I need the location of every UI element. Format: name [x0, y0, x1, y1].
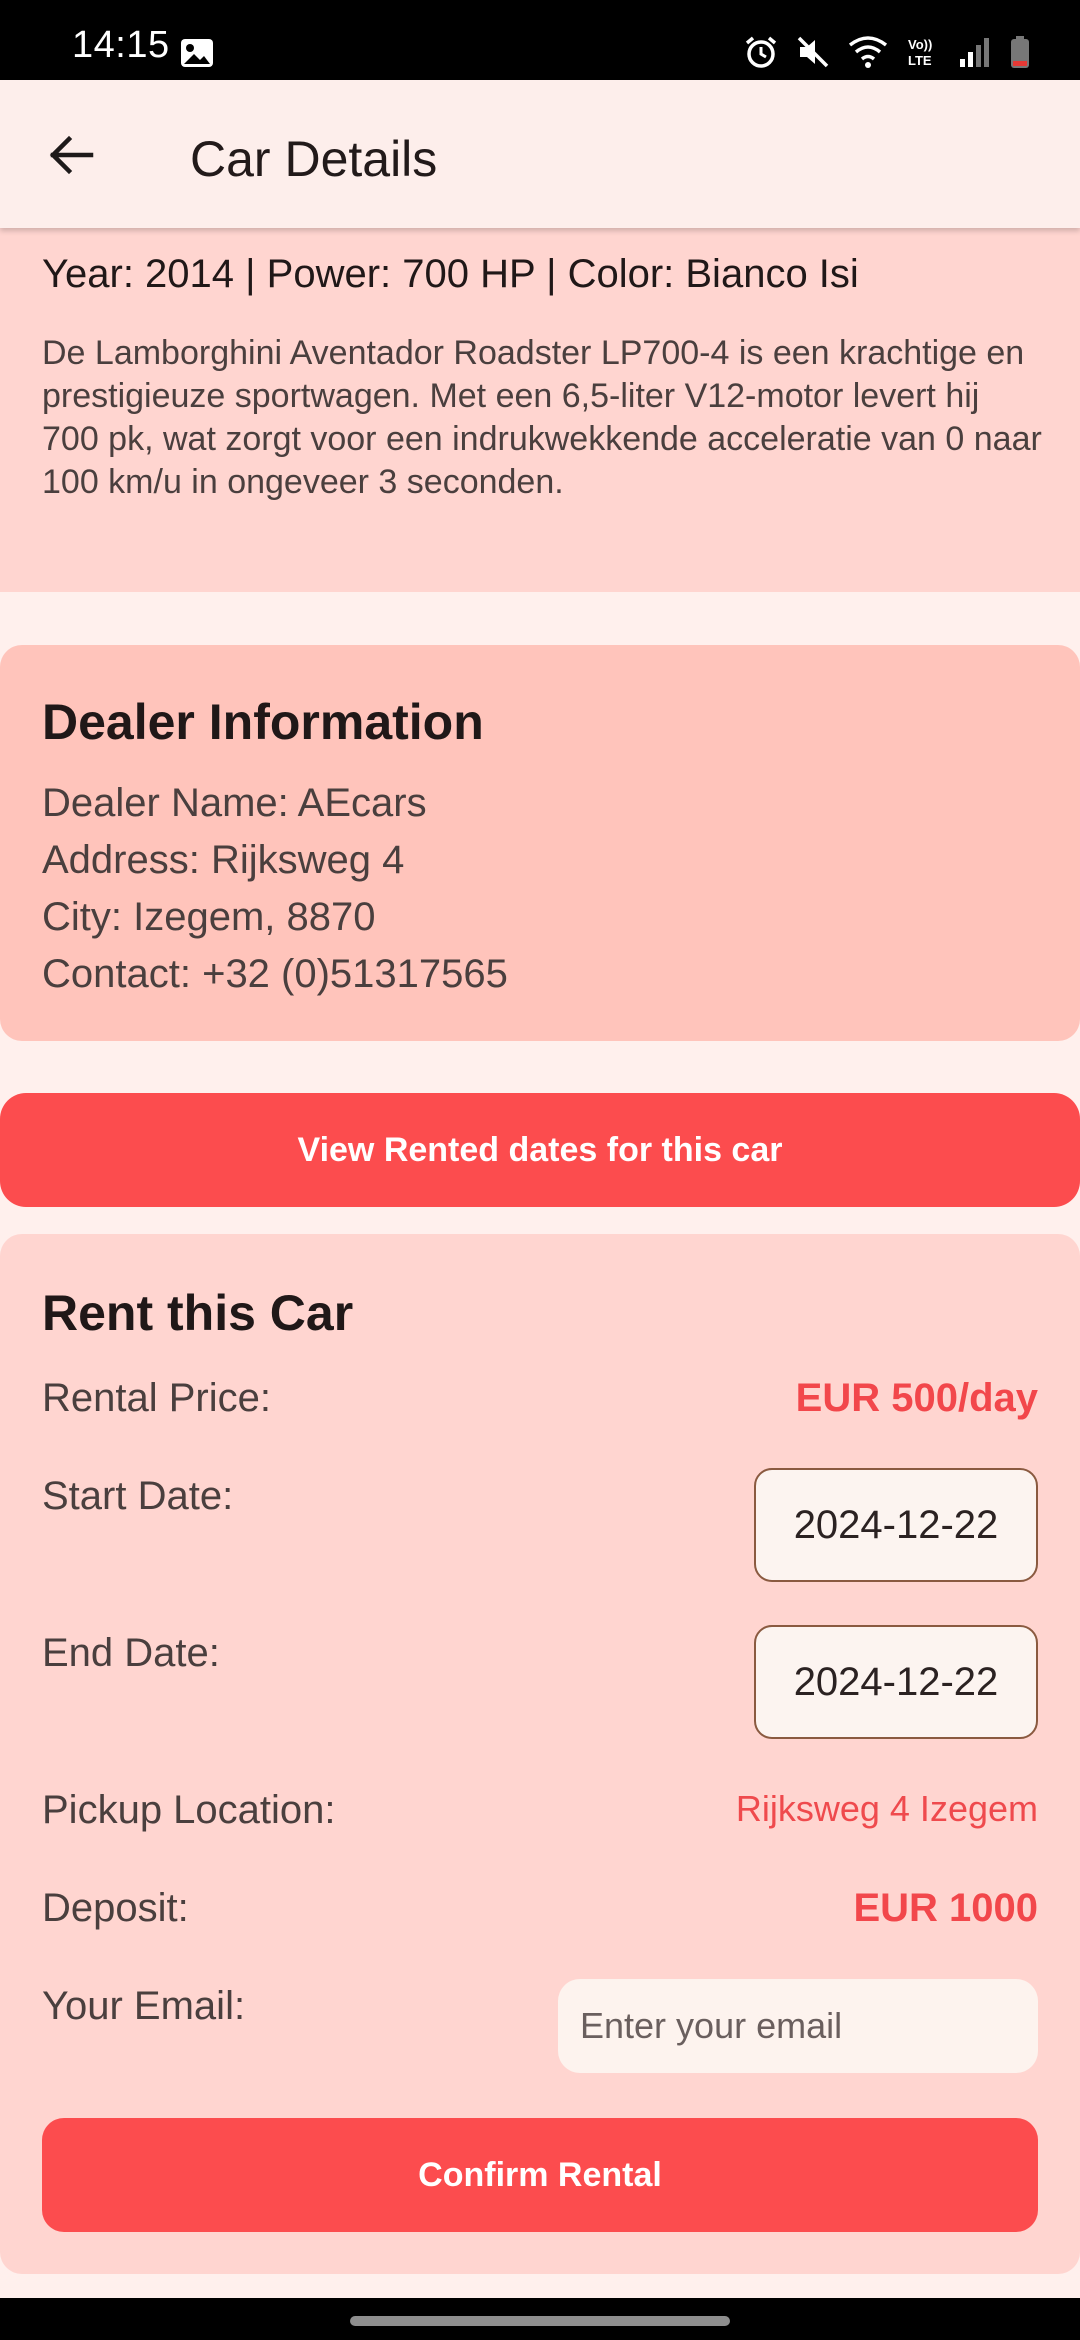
status-bar: 14:15 Vo)) LTE: [0, 0, 1080, 80]
dealer-address: Address: Rijksweg 4: [42, 838, 405, 882]
navigation-bar: [0, 2298, 1080, 2340]
view-rented-dates-button[interactable]: View Rented dates for this car: [0, 1093, 1080, 1207]
status-icons: Vo)) LTE: [744, 32, 1030, 72]
deposit-label: Deposit:: [42, 1886, 189, 1930]
pickup-location-label: Pickup Location:: [42, 1788, 336, 1832]
start-date-label: Start Date:: [42, 1474, 234, 1518]
car-description: De Lamborghini Aventador Roadster LP700-…: [42, 334, 1042, 501]
dealer-name: Dealer Name: AEcars: [42, 781, 427, 825]
car-info-section: Year: 2014 | Power: 700 HP | Color: Bian…: [0, 228, 1080, 592]
alarm-icon: [744, 35, 778, 69]
pickup-location-value: Rijksweg 4 Izegem: [735, 1788, 1038, 1829]
rental-price-value: EUR 500/day: [795, 1376, 1038, 1420]
arrow-left-icon: [49, 135, 94, 175]
rent-card: Rent this Car Rental Price: EUR 500/day …: [0, 1234, 1080, 2274]
dealer-city: City: Izegem, 8870: [42, 895, 376, 939]
rent-title: Rent this Car: [42, 1285, 354, 1341]
back-button[interactable]: [36, 120, 106, 190]
dealer-contact[interactable]: Contact: +32 (0)51317565: [42, 946, 508, 1003]
start-date-picker[interactable]: 2024-12-22: [754, 1468, 1038, 1582]
volte-icon: Vo)) LTE: [906, 35, 940, 69]
battery-icon: [1010, 35, 1030, 69]
status-time: 14:15: [72, 24, 170, 66]
gallery-icon: [180, 38, 214, 68]
wifi-icon: [848, 35, 888, 69]
dealer-details: Dealer Name: AEcars Address: Rijksweg 4 …: [42, 775, 508, 1003]
email-label: Your Email:: [42, 1984, 246, 2028]
dealer-title: Dealer Information: [42, 694, 484, 750]
gesture-handle[interactable]: [350, 2316, 730, 2326]
deposit-value: EUR 1000: [853, 1886, 1038, 1930]
rental-price-label: Rental Price:: [42, 1376, 271, 1420]
app-bar: Car Details: [0, 80, 1080, 228]
signal-icon: [958, 35, 992, 69]
dealer-card: Dealer Information Dealer Name: AEcars A…: [0, 645, 1080, 1041]
email-input[interactable]: [558, 1979, 1038, 2073]
svg-text:Vo)): Vo)): [908, 37, 932, 52]
page-title: Car Details: [190, 131, 438, 187]
mute-icon: [796, 35, 830, 69]
end-date-picker[interactable]: 2024-12-22: [754, 1625, 1038, 1739]
confirm-rental-button[interactable]: Confirm Rental: [42, 2118, 1038, 2232]
car-specs: Year: 2014 | Power: 700 HP | Color: Bian…: [42, 252, 859, 296]
end-date-label: End Date:: [42, 1631, 220, 1675]
svg-text:LTE: LTE: [908, 53, 932, 68]
